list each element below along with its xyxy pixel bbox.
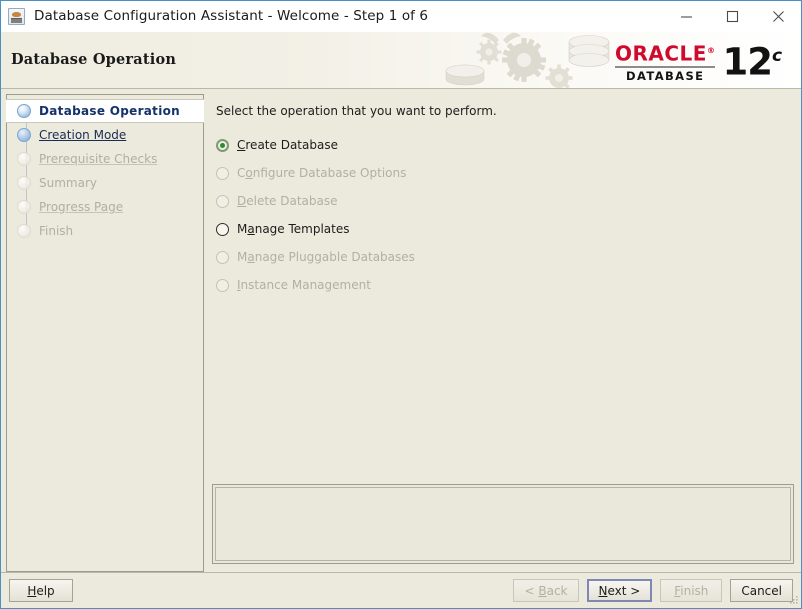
oracle-product-label: DATABASE: [626, 70, 704, 83]
back-button: < Back: [513, 579, 578, 602]
finish-button: Finish: [660, 579, 722, 602]
sidebar-item-database-operation[interactable]: Database Operation: [6, 99, 204, 123]
window-title: Database Configuration Assistant - Welco…: [34, 8, 428, 24]
sidebar-item-label: Prerequisite Checks: [39, 152, 157, 166]
step-bullet-icon: [17, 200, 31, 214]
content-panel: Select the operation that you want to pe…: [210, 94, 796, 572]
radio-indicator-icon: [216, 251, 229, 264]
radio-configure-database-options: Configure Database Options: [216, 159, 796, 187]
oracle-logo: ORACLE® DATABASE 12c: [615, 38, 791, 84]
radio-label: Configure Database Options: [237, 166, 406, 180]
step-bullet-icon: [17, 104, 31, 118]
page-banner: Database Operation: [1, 32, 801, 89]
sidebar-item-label: Database Operation: [39, 104, 180, 118]
registered-mark-icon: ®: [707, 46, 716, 55]
radio-indicator-icon[interactable]: [216, 139, 229, 152]
operation-radio-group: Create Database Configure Database Optio…: [216, 131, 796, 299]
sidebar-item-label: Finish: [39, 224, 73, 238]
page-title: Database Operation: [11, 51, 176, 68]
logo-rule: [615, 66, 715, 68]
button-bar: Help < Back Next > Finish Cancel: [1, 572, 801, 608]
radio-label: Instance Management: [237, 278, 371, 292]
close-icon[interactable]: [755, 1, 801, 31]
radio-instance-management: Instance Management: [216, 271, 796, 299]
steps-sidebar: Database Operation Creation Mode Prerequ…: [6, 94, 204, 572]
content-main: Select the operation that you want to pe…: [210, 94, 796, 484]
next-button-label: Next >: [599, 584, 641, 598]
dbca-window: Database Configuration Assistant - Welco…: [0, 0, 802, 609]
radio-label: Manage Templates: [237, 222, 350, 236]
oracle-wordmark: ORACLE®: [615, 41, 715, 64]
title-bar: Database Configuration Assistant - Welco…: [1, 1, 801, 32]
help-button[interactable]: Help: [9, 579, 73, 602]
maximize-icon[interactable]: [709, 1, 755, 31]
gears-and-database-watermark: [441, 32, 631, 88]
radio-delete-database: Delete Database: [216, 187, 796, 215]
finish-button-label: Finish: [674, 584, 708, 598]
sidebar-item-summary: Summary: [7, 171, 203, 195]
sidebar-item-label: Creation Mode: [39, 128, 126, 142]
radio-manage-templates[interactable]: Manage Templates: [216, 215, 796, 243]
step-bullet-icon: [17, 176, 31, 190]
next-button[interactable]: Next >: [587, 579, 653, 602]
sidebar-item-creation-mode[interactable]: Creation Mode: [7, 123, 203, 147]
radio-indicator-icon: [216, 279, 229, 292]
steps-list: Database Operation Creation Mode Prerequ…: [7, 99, 203, 243]
radio-indicator-icon: [216, 195, 229, 208]
radio-label: Delete Database: [237, 194, 338, 208]
step-bullet-icon: [17, 152, 31, 166]
message-text: [215, 487, 791, 561]
body-area: Database Operation Creation Mode Prerequ…: [1, 89, 801, 572]
cancel-button[interactable]: Cancel: [730, 579, 793, 602]
minimize-icon[interactable]: [663, 1, 709, 31]
sidebar-item-label: Progress Page: [39, 200, 123, 214]
back-button-label: < Back: [524, 584, 567, 598]
step-bullet-icon: [17, 128, 31, 142]
sidebar-item-label: Summary: [39, 176, 97, 190]
radio-manage-pluggable-databases: Manage Pluggable Databases: [216, 243, 796, 271]
resize-grip[interactable]: [787, 594, 799, 606]
radio-indicator-icon[interactable]: [216, 223, 229, 236]
database-assistant-icon: [8, 8, 25, 25]
sidebar-item-prerequisite-checks: Prerequisite Checks: [7, 147, 203, 171]
sidebar-item-progress-page: Progress Page: [7, 195, 203, 219]
radio-create-database[interactable]: Create Database: [216, 131, 796, 159]
oracle-version: 12c: [722, 38, 782, 80]
help-button-label: Help: [27, 584, 54, 598]
radio-label: Manage Pluggable Databases: [237, 250, 415, 264]
window-controls: [663, 1, 801, 31]
message-panel: [212, 484, 794, 564]
radio-label: Create Database: [237, 138, 338, 152]
sidebar-item-finish: Finish: [7, 219, 203, 243]
radio-indicator-icon: [216, 167, 229, 180]
instruction-text: Select the operation that you want to pe…: [216, 104, 796, 118]
cancel-button-label: Cancel: [741, 584, 782, 598]
step-bullet-icon: [17, 224, 31, 238]
